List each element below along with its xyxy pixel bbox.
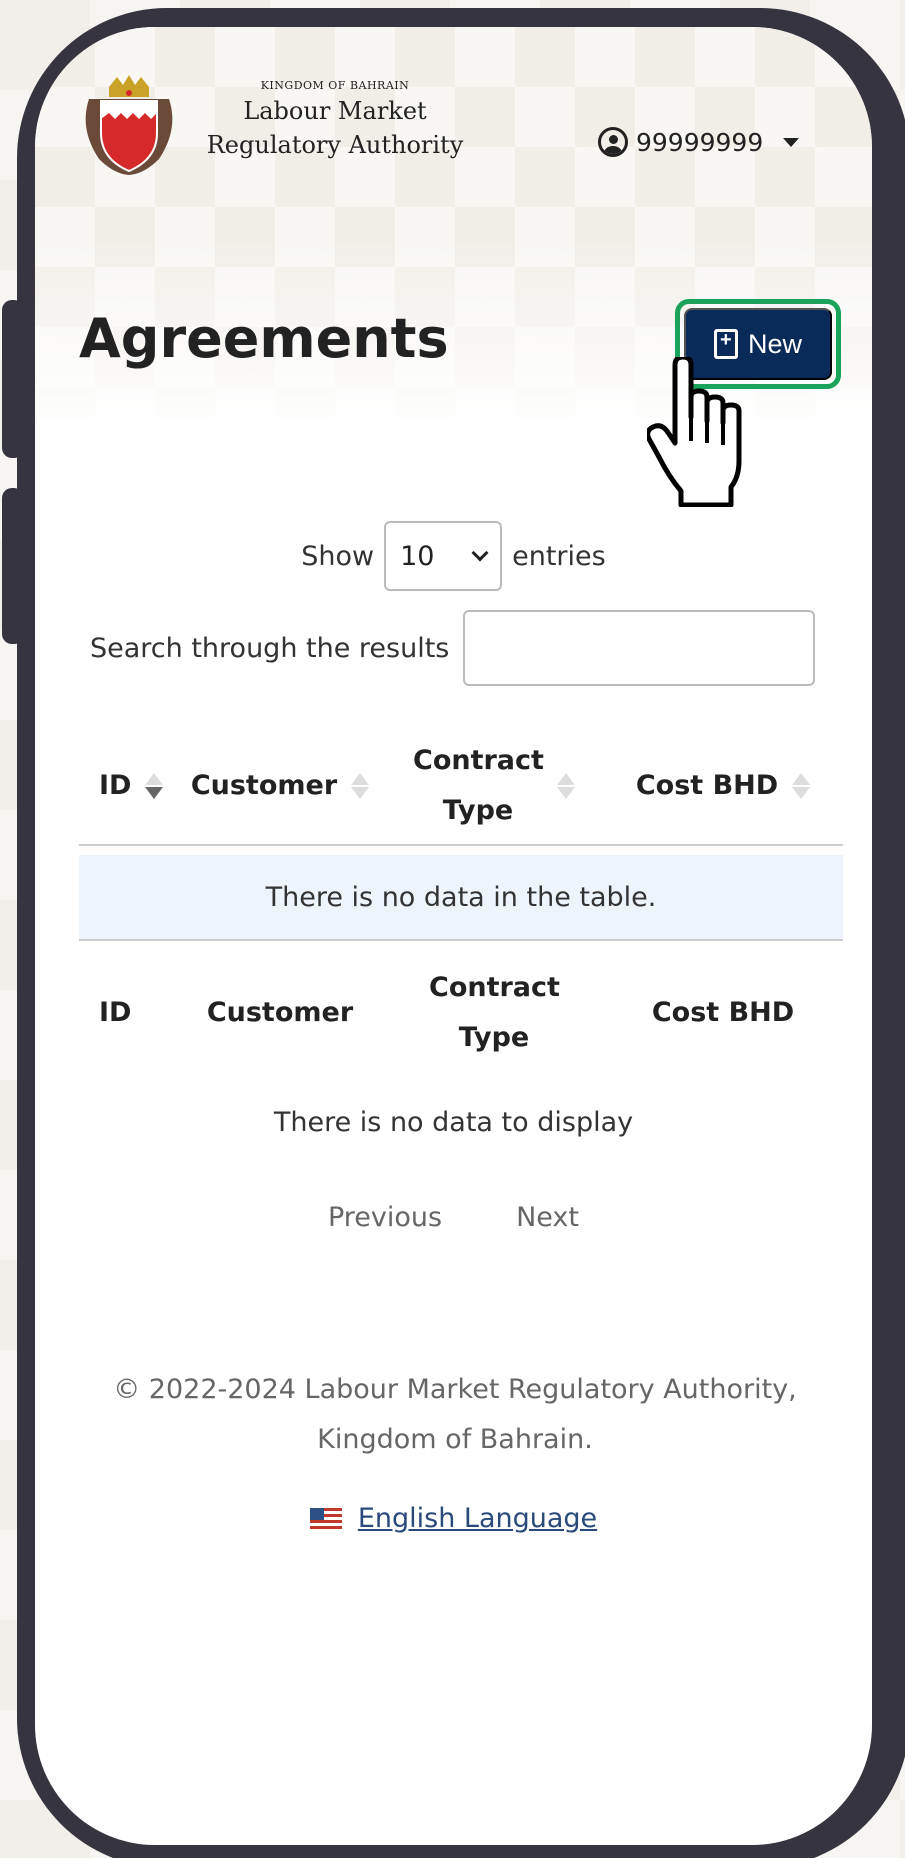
file-plus-icon [713, 329, 738, 359]
entries-select[interactable]: 10 [384, 521, 503, 591]
search-control: Search through the results [90, 610, 816, 686]
caret-down-icon [783, 137, 800, 147]
column-header-id[interactable]: ID [79, 761, 175, 811]
org-name-line2: Regulatory Authority [206, 131, 464, 159]
language-switcher: English Language [35, 1503, 872, 1534]
entries-label: entries [512, 540, 606, 572]
chevron-down-icon [471, 544, 489, 562]
footer-column-cost: Cost BHD [651, 997, 795, 1028]
column-header-cost[interactable]: Cost BHD [603, 761, 843, 811]
kingdom-label: KINGDOM OF BAHRAIN [260, 79, 410, 92]
footer-column-contract-type: Contract Type [385, 963, 603, 1063]
table-footer-header: ID Customer Contract Type Cost BHD [79, 954, 843, 1072]
user-circle-icon [598, 127, 628, 157]
column-header-customer[interactable]: Customer [175, 761, 385, 811]
column-label: Contract Type [429, 972, 560, 1053]
table-header: ID Customer Contract Type Cost BHD [79, 728, 843, 846]
phone-side-button [2, 300, 24, 458]
user-id: 99999999 [636, 127, 764, 157]
next-button[interactable]: Next [516, 1202, 579, 1233]
new-button-label: New [747, 328, 802, 359]
column-label: ID [99, 770, 132, 801]
column-label: Cost BHD [635, 770, 779, 801]
sort-icon [792, 773, 811, 799]
show-label: Show [301, 540, 375, 572]
search-input[interactable] [463, 610, 816, 686]
user-menu-dropdown[interactable]: 99999999 [598, 127, 800, 157]
sort-icon [351, 773, 370, 799]
column-header-contract-type[interactable]: Contract Type [385, 736, 603, 836]
no-data-message: There is no data to display [273, 1107, 634, 1138]
bahrain-emblem-icon [85, 75, 173, 175]
page-title: Agreements [79, 307, 449, 370]
pagination: Previous Next [35, 1202, 872, 1233]
hand-pointer-icon [647, 357, 742, 507]
organization-brand: KINGDOM OF BAHRAIN Labour Market Regulat… [185, 79, 485, 162]
phone-side-button [2, 488, 24, 644]
previous-button[interactable]: Previous [328, 1202, 442, 1233]
copyright-text: © 2022-2024 Labour Market Regulatory Aut… [113, 1374, 797, 1455]
footer-column-customer: Customer [206, 997, 354, 1028]
language-link[interactable]: English Language [358, 1503, 597, 1534]
entries-control: Show 10 entries [35, 521, 872, 591]
sort-icon [145, 773, 164, 799]
column-label: Customer [190, 770, 338, 801]
search-label: Search through the results [90, 632, 450, 664]
footer-column-id: ID [99, 997, 132, 1028]
column-label: Contract Type [413, 745, 544, 826]
us-flag-icon [309, 1507, 342, 1530]
org-name-line1: Labour Market [243, 97, 427, 125]
entries-value: 10 [400, 540, 435, 572]
phone-screen: KINGDOM OF BAHRAIN Labour Market Regulat… [35, 27, 872, 1845]
sort-icon [557, 773, 575, 799]
empty-table-row: There is no data in the table. [79, 855, 843, 941]
